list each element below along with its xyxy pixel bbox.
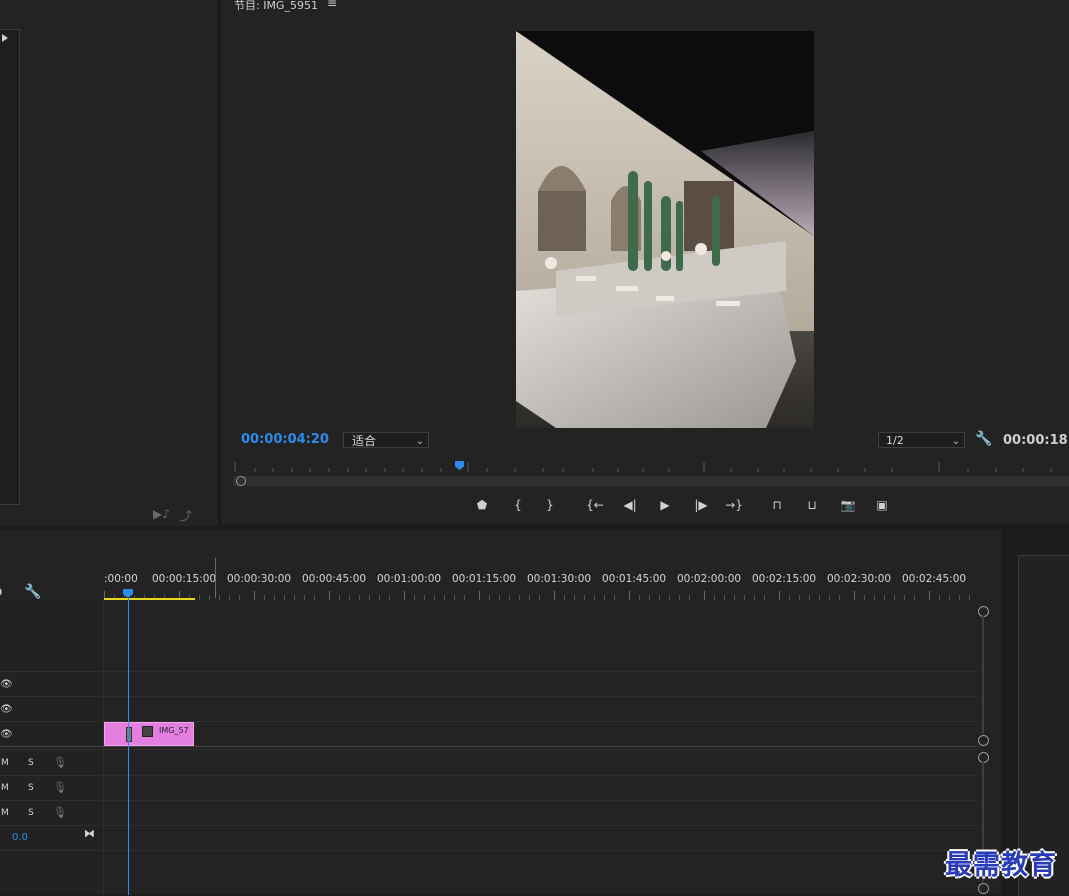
sequence-end-marker <box>215 558 216 598</box>
mute-track-button[interactable]: M <box>1 783 9 793</box>
track-divider <box>0 825 977 826</box>
track-divider <box>0 671 977 672</box>
expand-arrow-icon[interactable] <box>2 34 8 42</box>
master-track-bowtie-icon[interactable]: ⧓ <box>84 827 95 840</box>
go-to-in-icon: {← <box>586 498 604 512</box>
compare-view-icon: ▣ <box>876 498 888 512</box>
monitor-title[interactable]: 节目: IMG_5951 <box>234 0 318 13</box>
fit-dropdown-value: 适合 <box>352 434 377 448</box>
chevron-down-icon: ⌄ <box>415 436 424 447</box>
ruler-label: 00:01:15:00 <box>452 573 517 585</box>
mute-track-button[interactable]: M <box>1 808 9 818</box>
mark-in-button[interactable]: { <box>506 495 530 515</box>
go-to-out-button[interactable]: →} <box>722 495 746 515</box>
project-list[interactable] <box>0 29 20 505</box>
snap-icon[interactable]: ◗ <box>0 584 2 598</box>
mark-in-icon: { <box>514 498 522 512</box>
ruler-label: 00:00:30:00 <box>227 573 292 585</box>
timeline-settings-wrench-icon[interactable]: 🔧 <box>24 584 41 600</box>
master-volume-value[interactable]: 0.0 <box>12 832 28 843</box>
ruler-label: 00:02:00:00 <box>677 573 742 585</box>
step-forward-button[interactable]: |▶ <box>689 495 713 515</box>
work-area-bar[interactable] <box>104 598 195 600</box>
step-back-icon: ◀| <box>623 498 637 512</box>
new-item-icon[interactable]: ⤴ <box>180 507 192 524</box>
ruler-label: 00:02:45:00 <box>902 573 967 585</box>
panel-menu-icon[interactable]: ≡ <box>327 0 337 10</box>
add-marker-button[interactable]: ⬟ <box>470 495 494 515</box>
audio-scroll-handle-bottom[interactable] <box>978 883 989 894</box>
microphone-icon[interactable]: 🎙 <box>53 756 67 769</box>
compare-view-button[interactable]: ▣ <box>870 495 894 515</box>
ruler-ticks <box>104 591 970 600</box>
chevron-down-icon: ⌄ <box>951 436 960 447</box>
solo-track-button[interactable]: S <box>28 758 34 768</box>
ruler-label: 00:00:45:00 <box>302 573 367 585</box>
ruler-label: 00:02:30:00 <box>827 573 892 585</box>
ruler-label: 00:01:30:00 <box>527 573 592 585</box>
microphone-icon[interactable]: 🎙 <box>53 781 67 794</box>
add-marker-icon: ⬟ <box>476 498 488 512</box>
track-divider <box>0 749 977 750</box>
video-frame-image <box>516 31 814 428</box>
go-to-in-button[interactable]: {← <box>583 495 607 515</box>
video-frame <box>516 31 814 428</box>
ruler-label: :00:00 <box>104 573 138 585</box>
duration-timecode: 00:00:18:0 <box>1003 433 1069 448</box>
play-icon: ▶ <box>660 498 670 512</box>
timeline-playhead-line[interactable] <box>128 598 129 895</box>
toggle-track-output-eye-icon[interactable]: 👁 <box>0 704 13 715</box>
video-scrollbar[interactable] <box>982 616 984 734</box>
automate-to-sequence-icon[interactable]: ▶♪ <box>153 507 170 521</box>
toggle-track-output-eye-icon[interactable]: 👁 <box>0 679 13 690</box>
step-forward-icon: |▶ <box>694 498 708 512</box>
ruler-label: 00:00:15:00 <box>152 573 217 585</box>
ruler-label: 00:01:00:00 <box>377 573 442 585</box>
toggle-track-output-eye-icon[interactable]: 👁 <box>0 729 13 740</box>
go-to-out-icon: →} <box>725 498 743 512</box>
export-frame-button[interactable]: 📷 <box>836 495 860 515</box>
project-panel <box>0 0 221 526</box>
lift-button[interactable]: ⊓ <box>765 495 789 515</box>
track-divider <box>0 800 977 801</box>
track-divider <box>0 746 977 747</box>
mark-out-icon: } <box>546 498 554 512</box>
microphone-icon[interactable]: 🎙 <box>53 806 67 819</box>
step-back-button[interactable]: ◀| <box>618 495 642 515</box>
resolution-dropdown[interactable]: 1/2 ⌄ <box>878 432 965 448</box>
zoom-scroll-handle[interactable] <box>236 476 246 486</box>
mark-out-button[interactable]: } <box>538 495 562 515</box>
clip-label: IMG_57 <box>159 726 189 735</box>
zoom-scroll-bar[interactable] <box>233 476 1069 486</box>
extract-icon: ⊔ <box>807 498 817 512</box>
fx-badge-icon <box>142 726 153 737</box>
extract-button[interactable]: ⊔ <box>800 495 824 515</box>
solo-track-button[interactable]: S <box>28 808 34 818</box>
clip-keyframe-handle[interactable] <box>126 727 132 742</box>
video-scroll-handle-bottom[interactable] <box>978 735 989 746</box>
solo-track-button[interactable]: S <box>28 783 34 793</box>
lift-icon: ⊓ <box>772 498 782 512</box>
resolution-dropdown-value: 1/2 <box>886 434 904 447</box>
track-divider <box>0 775 977 776</box>
export-frame-icon: 📷 <box>840 498 856 512</box>
track-divider <box>0 850 977 851</box>
wrench-icon[interactable]: 🔧 <box>975 431 992 447</box>
ruler-label: 00:02:15:00 <box>752 573 817 585</box>
watermark-logo: 最需教育 <box>945 850 1057 881</box>
monitor-time-ruler[interactable] <box>233 458 1069 474</box>
play-button[interactable]: ▶ <box>653 495 677 515</box>
fit-dropdown[interactable]: 适合 ⌄ <box>343 432 429 448</box>
ruler-label: 00:01:45:00 <box>602 573 667 585</box>
track-divider <box>0 696 977 697</box>
current-timecode[interactable]: 00:00:04:20 <box>241 432 329 447</box>
mute-track-button[interactable]: M <box>1 758 9 768</box>
